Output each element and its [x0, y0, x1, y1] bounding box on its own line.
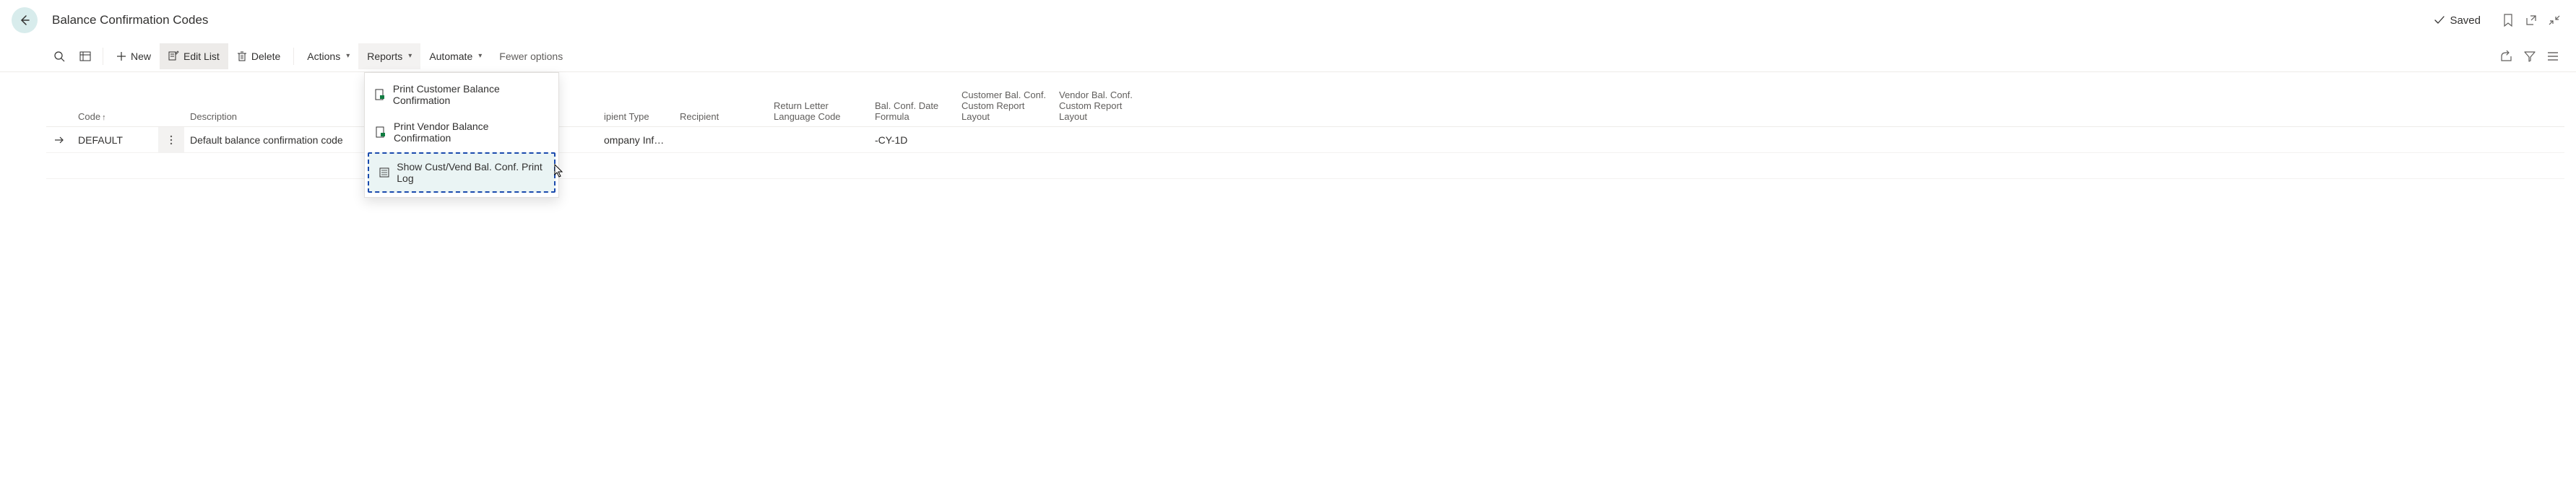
- list-view-button[interactable]: [72, 43, 98, 69]
- arrow-left-icon: [18, 14, 31, 27]
- trash-icon: [237, 51, 247, 61]
- menu-item-print-customer[interactable]: Print Customer Balance Confirmation: [365, 76, 558, 113]
- log-list-icon: [379, 167, 389, 178]
- column-header-bal-conf-date[interactable]: Bal. Conf. Date Formula: [869, 100, 956, 122]
- column-header-recipient[interactable]: Recipient: [674, 111, 768, 122]
- toolbar: New Edit List Delete Actions ▾ Reports ▾…: [0, 40, 2576, 72]
- delete-label: Delete: [251, 51, 280, 62]
- reports-label: Reports: [367, 51, 402, 62]
- menu-item-show-print-log[interactable]: Show Cust/Vend Bal. Conf. Print Log: [368, 152, 556, 193]
- popout-button[interactable]: [2521, 10, 2541, 30]
- column-header-return-letter-lang[interactable]: Return Letter Language Code: [768, 100, 869, 122]
- reports-dropdown: Print Customer Balance Confirmation Prin…: [364, 72, 559, 198]
- chevron-down-icon: ▾: [408, 52, 412, 60]
- automate-label: Automate: [429, 51, 472, 62]
- edit-list-label: Edit List: [183, 51, 220, 62]
- report-print-icon: [375, 89, 386, 100]
- search-button[interactable]: [46, 43, 72, 69]
- column-header-code[interactable]: Code↑: [72, 111, 184, 122]
- chevron-down-icon: ▾: [346, 52, 350, 60]
- popout-icon: [2525, 14, 2538, 27]
- bookmark-button[interactable]: [2498, 10, 2518, 30]
- menu-item-label: Print Customer Balance Confirmation: [393, 83, 548, 106]
- page-header: Balance Confirmation Codes Saved: [0, 0, 2576, 40]
- check-icon: [2434, 14, 2445, 26]
- collapse-icon: [2548, 14, 2561, 27]
- saved-label: Saved: [2450, 14, 2481, 27]
- new-button[interactable]: New: [108, 43, 160, 69]
- cell-bal-conf-date[interactable]: -CY-1D: [869, 134, 956, 146]
- filter-icon: [2524, 51, 2536, 62]
- cell-code[interactable]: DEFAULT: [72, 134, 158, 146]
- edit-list-button[interactable]: Edit List: [160, 43, 228, 69]
- share-button[interactable]: [2495, 45, 2518, 68]
- row-select-arrow[interactable]: [46, 135, 72, 145]
- delete-button[interactable]: Delete: [228, 43, 289, 69]
- report-print-icon: [375, 126, 386, 138]
- actions-menu-button[interactable]: Actions ▾: [298, 43, 358, 69]
- fewer-options-label: Fewer options: [499, 51, 563, 62]
- collapse-button[interactable]: [2544, 10, 2564, 30]
- chevron-down-icon: ▾: [478, 52, 482, 60]
- list-lines-icon: [2547, 51, 2559, 61]
- column-header-vend-layout[interactable]: Vendor Bal. Conf. Custom Report Layout: [1053, 90, 1151, 122]
- plus-icon: [116, 51, 126, 61]
- list-options-button[interactable]: [2541, 45, 2564, 68]
- column-header-recipient-type[interactable]: ipient Type: [598, 111, 674, 122]
- edit-list-icon: [168, 51, 179, 61]
- saved-indicator: Saved: [2434, 14, 2481, 27]
- bookmark-icon: [2502, 14, 2514, 27]
- cell-recipient-type[interactable]: ompany Infor...: [598, 134, 674, 146]
- menu-item-label: Show Cust/Vend Bal. Conf. Print Log: [397, 161, 544, 184]
- arrow-right-icon: [54, 135, 64, 145]
- sort-asc-icon: ↑: [102, 113, 106, 122]
- cell-description[interactable]: Default balance confirmation code: [184, 134, 386, 146]
- column-header-description[interactable]: Description: [184, 111, 386, 122]
- list-grid-icon: [79, 51, 91, 62]
- filter-button[interactable]: [2518, 45, 2541, 68]
- search-icon: [53, 51, 65, 62]
- actions-label: Actions: [307, 51, 340, 62]
- new-label: New: [131, 51, 151, 62]
- more-vertical-icon: [170, 135, 173, 145]
- page-title: Balance Confirmation Codes: [52, 13, 208, 27]
- reports-menu-button[interactable]: Reports ▾: [358, 43, 420, 69]
- menu-item-print-vendor[interactable]: Print Vendor Balance Confirmation: [365, 113, 558, 151]
- menu-item-label: Print Vendor Balance Confirmation: [394, 121, 548, 144]
- automate-menu-button[interactable]: Automate ▾: [420, 43, 490, 69]
- share-icon: [2500, 51, 2513, 62]
- back-button[interactable]: [12, 7, 38, 33]
- fewer-options-button[interactable]: Fewer options: [490, 43, 571, 69]
- row-actions-button[interactable]: [158, 127, 184, 152]
- column-header-cust-layout[interactable]: Customer Bal. Conf. Custom Report Layout: [956, 90, 1053, 122]
